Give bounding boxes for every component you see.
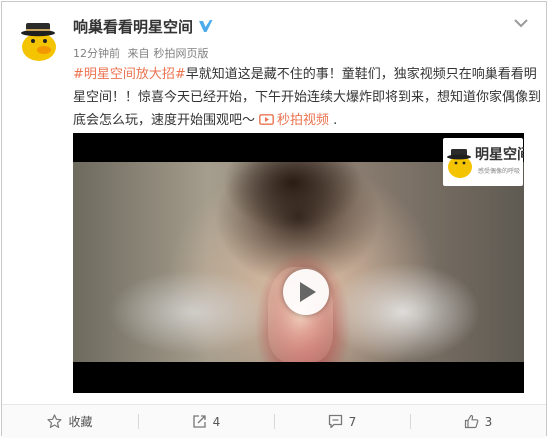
repost-button[interactable]: 4: [138, 405, 274, 438]
action-bar: 收藏 4 7 3: [2, 404, 546, 438]
source-prefix: 来自: [127, 47, 150, 60]
repost-count: 4: [212, 414, 221, 429]
video-link[interactable]: 秒拍视频: [277, 113, 329, 128]
video-scene-hair: [223, 162, 363, 232]
watermark-title: 明星空间: [475, 147, 524, 163]
favorite-button[interactable]: 收藏: [2, 405, 138, 438]
comment-count: 7: [348, 414, 357, 429]
post-text-end: .: [329, 113, 338, 128]
thumbs-up-icon: [464, 414, 479, 429]
author-avatar[interactable]: [17, 17, 63, 63]
post-source[interactable]: 秒拍网页版: [154, 47, 209, 60]
post-body: #明星空间放大招#早就知道这是藏不住的事！童鞋们，独家视频只在响巢看看明星空间！…: [73, 63, 543, 132]
chevron-down-icon[interactable]: [514, 18, 528, 28]
hashtag-link[interactable]: #明星空间放大招#: [73, 67, 186, 82]
post-meta: 12分钟前 来自 秒拍网页版: [73, 45, 213, 61]
mascot-logo-icon: [447, 149, 472, 178]
weibo-post-card: 响巢看看明星空间 12分钟前 来自 秒拍网页版 #明星空间放大招#早就知道这是藏不…: [1, 1, 547, 438]
video-player[interactable]: 明星空间 感受偶像的呼吸: [73, 133, 524, 393]
video-link-icon: [259, 114, 274, 125]
comment-icon: [328, 414, 342, 429]
verified-v-icon: [199, 20, 213, 32]
star-icon: [47, 414, 63, 428]
watermark-subtitle: 感受偶像的呼吸: [478, 168, 521, 175]
favorite-label: 收藏: [68, 415, 93, 429]
video-watermark: 明星空间 感受偶像的呼吸: [443, 138, 524, 186]
author-name[interactable]: 响巢看看明星空间: [73, 16, 213, 37]
repost-icon: [193, 415, 206, 428]
author-name-text[interactable]: 响巢看看明星空间: [73, 18, 193, 36]
like-button[interactable]: 3: [410, 405, 546, 438]
play-triangle: [300, 282, 316, 302]
like-count: 3: [484, 414, 493, 429]
post-time[interactable]: 12分钟前: [73, 47, 120, 60]
comment-button[interactable]: 7: [274, 405, 410, 438]
video-frame: [73, 162, 524, 362]
play-icon[interactable]: [283, 269, 329, 315]
